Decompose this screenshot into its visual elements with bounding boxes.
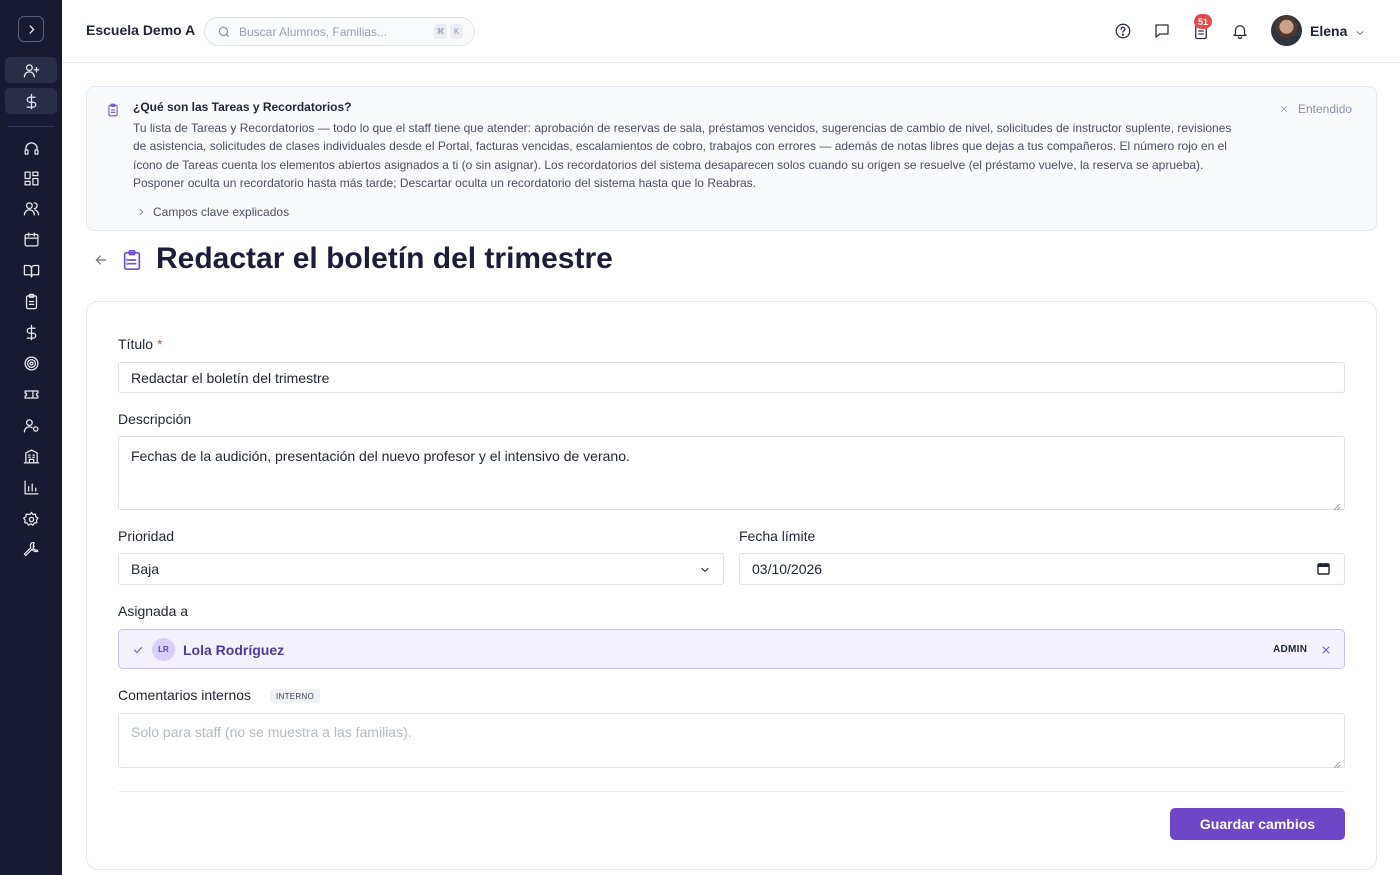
calendar-icon[interactable]: [1317, 562, 1330, 575]
sidebar-item-calendar[interactable]: [0, 226, 62, 252]
chevron-right-icon: [139, 208, 144, 216]
notifications-button[interactable]: [1230, 21, 1250, 41]
priority-label: Prioridad: [118, 528, 175, 544]
description-text: Fechas de la audición, presentación del …: [131, 448, 630, 464]
chevron-down-icon: [1356, 31, 1364, 36]
due-date-label: Fecha límite: [739, 528, 816, 544]
sidebar-item-tools[interactable]: [0, 537, 62, 563]
comments-placeholder: Solo para staff (no se muestra a las fam…: [131, 724, 412, 740]
users-icon: [23, 201, 39, 216]
internal-tag: INTERNO: [270, 689, 321, 703]
dollar-icon: [26, 93, 36, 109]
bell-icon: [1233, 25, 1247, 40]
sidebar-item-reports[interactable]: [0, 474, 62, 500]
close-icon: [1280, 105, 1288, 113]
priority-select[interactable]: Baja: [118, 553, 724, 585]
user-avatar[interactable]: [1271, 15, 1302, 46]
building-icon: [23, 448, 39, 464]
title-label: Título *: [118, 336, 163, 352]
grid-icon: [23, 170, 39, 186]
banner-expand-toggle[interactable]: Campos clave explicados: [136, 205, 289, 219]
help-circle-icon: [1115, 23, 1131, 39]
chevron-right-icon: [28, 24, 34, 34]
sidebar-item-settings[interactable]: [0, 506, 62, 532]
close-icon: [1322, 646, 1330, 654]
resize-handle-icon[interactable]: [1333, 498, 1341, 511]
headset-icon: [23, 141, 39, 155]
messages-button[interactable]: [1152, 21, 1172, 41]
dollar-icon: [26, 324, 36, 340]
banner-title: ¿Qué son las Tareas y Recordatorios?: [133, 100, 352, 114]
description-textarea[interactable]: Fechas de la audición, presentación del …: [118, 436, 1345, 511]
comments-label: Comentarios internos: [118, 687, 252, 703]
assigned-label: Asignada a: [118, 603, 189, 619]
required-marker: *: [157, 336, 163, 352]
page-title: Redactar el boletín del trimestre: [156, 242, 613, 275]
sidebar-item-staff[interactable]: [0, 412, 62, 438]
assignee-role: ADMIN: [1273, 644, 1308, 655]
user-cog-icon: [23, 418, 39, 433]
chart-icon: [23, 479, 39, 495]
sidebar-item-people[interactable]: [0, 195, 62, 221]
banner-expand-label: Campos clave explicados: [153, 205, 290, 219]
sidebar-expand-button[interactable]: [18, 16, 44, 42]
remove-assignee-button[interactable]: [1320, 643, 1332, 655]
sidebar-item-billing[interactable]: [0, 319, 62, 345]
banner-text: Tu lista de Tareas y Recordatorios — tod…: [133, 121, 1232, 191]
banner-dismiss-label: Entendido: [1298, 102, 1353, 116]
form-divider: [118, 791, 1345, 792]
save-button[interactable]: Guardar cambios: [1170, 808, 1345, 840]
resize-handle-icon[interactable]: [1333, 756, 1341, 769]
shortcut-key-k: K: [450, 24, 463, 39]
banner-dismiss-button[interactable]: Entendido: [1279, 102, 1352, 116]
school-name: Escuela Demo A: [86, 22, 196, 38]
help-button[interactable]: [1113, 21, 1133, 41]
tasks-count-badge: 51: [1194, 14, 1212, 29]
user-plus-icon: [23, 63, 39, 78]
search-box[interactable]: Buscar Alumnos, Familias... ⌘ K: [204, 17, 475, 46]
task-form: Título * Redactar el boletín del trimestr…: [86, 301, 1377, 870]
due-date-input[interactable]: 03/10/2026: [739, 553, 1345, 585]
clipboard-icon: [106, 103, 120, 117]
info-banner: ¿Qué son las Tareas y Recordatorios? Tu …: [86, 86, 1377, 231]
ticket-icon: [23, 389, 39, 399]
sidebar-item-support[interactable]: [0, 135, 62, 161]
sidebar-item-add-student[interactable]: [5, 57, 57, 83]
chevron-down-icon: [699, 563, 711, 575]
user-name[interactable]: Elena: [1310, 23, 1347, 39]
description-label: Descripción: [118, 411, 192, 427]
due-date-value: 03/10/2026: [752, 561, 823, 577]
gear-icon: [22, 511, 39, 526]
sidebar-divider: [8, 126, 54, 127]
sidebar: [0, 0, 62, 875]
back-button[interactable]: [93, 252, 109, 268]
sidebar-item-locations[interactable]: [0, 443, 62, 469]
sidebar-item-payment[interactable]: [5, 88, 57, 114]
target-icon: [23, 355, 39, 371]
assignee-chip[interactable]: LR Lola Rodríguez ADMIN: [118, 629, 1345, 669]
clipboard-icon: [25, 293, 37, 309]
priority-value: Baja: [131, 561, 160, 577]
title-input[interactable]: Redactar el boletín del trimestre: [118, 362, 1345, 393]
top-header: Escuela Demo A Buscar Alumnos, Familias.…: [62, 0, 1400, 63]
comments-textarea[interactable]: Solo para staff (no se muestra a las fam…: [118, 713, 1345, 769]
book-icon: [23, 264, 39, 278]
assignee-avatar: LR: [152, 638, 175, 661]
check-icon: [132, 643, 144, 655]
arrow-left-icon: [95, 255, 107, 265]
search-icon: [218, 26, 230, 37]
assignee-name: Lola Rodríguez: [183, 642, 285, 658]
sidebar-item-catalog[interactable]: [0, 257, 62, 283]
sidebar-item-goals[interactable]: [0, 350, 62, 376]
message-icon: [1155, 24, 1169, 38]
sidebar-item-dashboard[interactable]: [0, 165, 62, 191]
clipboard-icon: [121, 248, 143, 272]
sidebar-item-tasks[interactable]: [0, 288, 62, 314]
calendar-icon: [23, 231, 39, 247]
wrench-icon: [23, 541, 39, 556]
search-input[interactable]: Buscar Alumnos, Familias...: [239, 25, 434, 39]
shortcut-key-cmd: ⌘: [434, 24, 447, 39]
user-menu-toggle[interactable]: [1354, 26, 1366, 38]
sidebar-item-tickets[interactable]: [0, 381, 62, 407]
